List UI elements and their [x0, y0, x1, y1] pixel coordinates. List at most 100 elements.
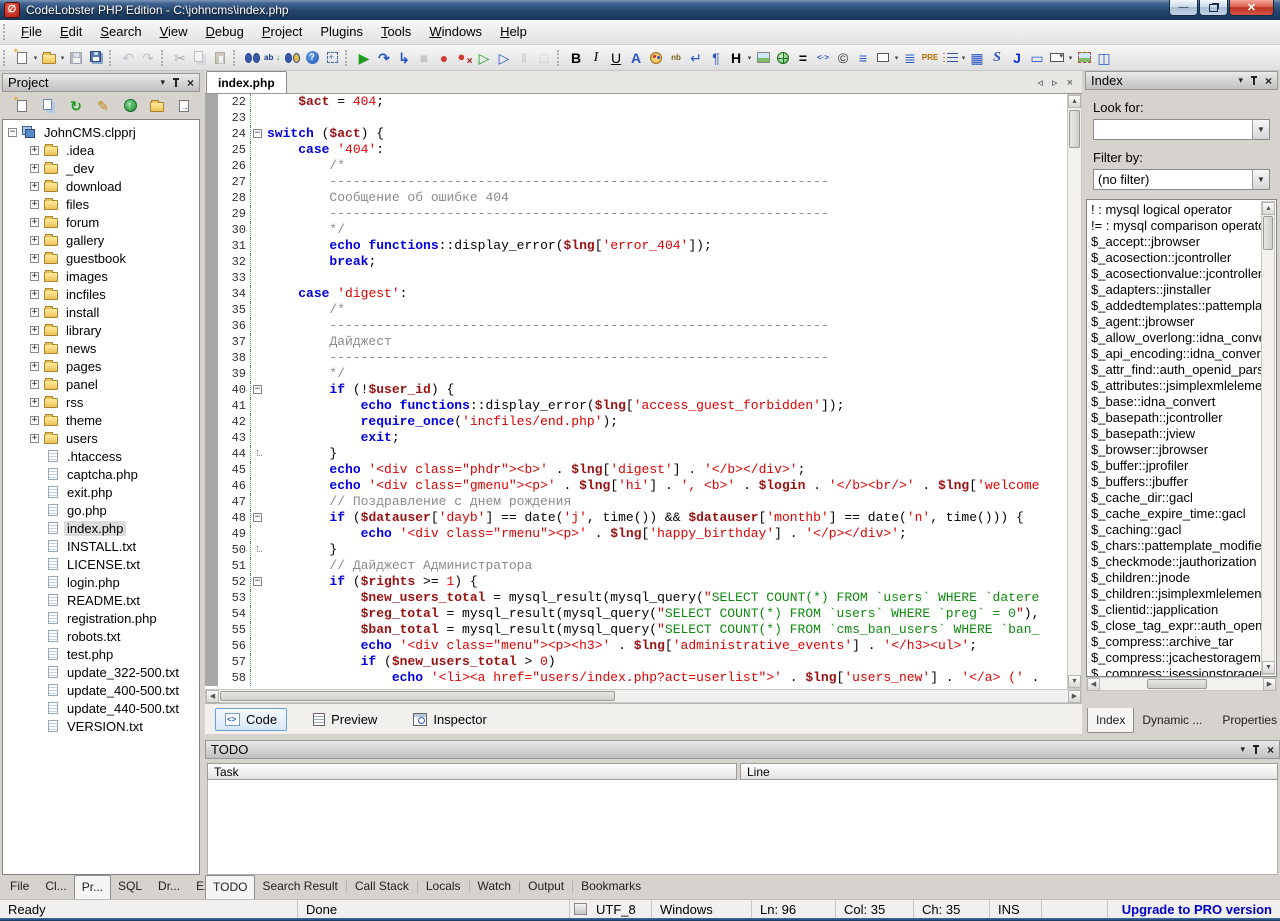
breakpoint-margin[interactable]: [205, 430, 218, 446]
stop-debug-button[interactable]: ■: [414, 47, 434, 69]
image-map-button[interactable]: [1074, 47, 1094, 69]
menu-item-windows[interactable]: Windows: [420, 20, 491, 44]
code-line[interactable]: 26 /*: [205, 158, 1067, 174]
code-line[interactable]: 36 -------------------------------------…: [205, 318, 1067, 334]
expand-icon[interactable]: +: [30, 344, 39, 353]
index-list-item[interactable]: $_compress::jcachestorageme: [1087, 650, 1261, 666]
minimize-button[interactable]: —: [1169, 0, 1198, 16]
editor-hscrollbar[interactable]: ◀ ▶: [205, 689, 1082, 703]
breakpoint-margin[interactable]: [205, 398, 218, 414]
breakpoint-margin[interactable]: [205, 318, 218, 334]
tab-inspector[interactable]: Inspector: [403, 708, 496, 731]
index-list-item[interactable]: $_addedtemplates::pattemplate: [1087, 298, 1261, 314]
breakpoint-margin[interactable]: [205, 94, 218, 110]
breakpoint-margin[interactable]: [205, 190, 218, 206]
tree-item[interactable]: +pages: [3, 357, 199, 375]
code-line[interactable]: 58 echo '<li><a href="users/index.php?ac…: [205, 670, 1067, 686]
tree-item[interactable]: +.idea: [3, 141, 199, 159]
code-line[interactable]: 52− if ($rights >= 1) {: [205, 574, 1067, 590]
tree-item[interactable]: +theme: [3, 411, 199, 429]
find-button[interactable]: [242, 47, 262, 69]
code-line[interactable]: 38 -------------------------------------…: [205, 350, 1067, 366]
chevron-down-icon[interactable]: ▾: [960, 54, 967, 62]
breakpoint-margin[interactable]: [205, 174, 218, 190]
index-list-item[interactable]: $_base::idna_convert: [1087, 394, 1261, 410]
expand-icon[interactable]: +: [30, 326, 39, 335]
export-button[interactable]: [172, 94, 196, 118]
code-line[interactable]: 55 $ban_total = mysql_result(mysql_query…: [205, 622, 1067, 638]
panel-tab-file[interactable]: File: [3, 875, 36, 899]
form-button[interactable]: S: [987, 47, 1007, 69]
code-line[interactable]: 39 */: [205, 366, 1067, 382]
fold-collapse-icon[interactable]: −: [253, 577, 262, 586]
restore-button[interactable]: [1199, 0, 1228, 16]
breakpoint-margin[interactable]: [205, 670, 218, 686]
menu-item-debug[interactable]: Debug: [197, 20, 253, 44]
breakpoint-margin[interactable]: [205, 110, 218, 126]
code-line[interactable]: 45 echo '<div class="phdr"><b>' . $lng['…: [205, 462, 1067, 478]
script-button[interactable]: J: [1007, 47, 1027, 69]
tab-dynamic[interactable]: Dynamic ...: [1134, 708, 1210, 733]
index-list[interactable]: ▲ ▼ ! : mysql logical operator!= : mysql…: [1086, 199, 1277, 677]
editor-vscrollbar[interactable]: ▲ ▼: [1067, 94, 1082, 689]
index-hscrollbar[interactable]: ◀ ▶: [1086, 677, 1277, 691]
tree-item[interactable]: index.php: [3, 519, 199, 537]
tree-item[interactable]: registration.php: [3, 609, 199, 627]
tree-item[interactable]: +install: [3, 303, 199, 321]
index-list-item[interactable]: $_basepath::jcontroller: [1087, 410, 1261, 426]
menu-item-file[interactable]: File: [12, 20, 51, 44]
breakpoint-margin[interactable]: [205, 126, 218, 142]
breakpoint-margin[interactable]: [205, 494, 218, 510]
breakpoint-margin[interactable]: [205, 446, 218, 462]
run-script-button[interactable]: ▷: [474, 47, 494, 69]
open-file-button[interactable]: [39, 47, 59, 69]
index-list-item[interactable]: $_acosection::jcontroller: [1087, 250, 1261, 266]
menu-item-view[interactable]: View: [151, 20, 197, 44]
tree-item[interactable]: +users: [3, 429, 199, 447]
tree-item[interactable]: VERSION.txt: [3, 717, 199, 735]
line-break-button[interactable]: ↵: [686, 47, 706, 69]
add-file-button[interactable]: [10, 94, 34, 118]
breakpoint-margin[interactable]: [205, 286, 218, 302]
close-icon[interactable]: ×: [1267, 745, 1274, 755]
panel-menu-icon[interactable]: ▾: [160, 77, 165, 88]
index-list-item[interactable]: != : mysql comparison operator: [1087, 218, 1261, 234]
expand-icon[interactable]: +: [30, 254, 39, 263]
tree-item[interactable]: +forum: [3, 213, 199, 231]
close-icon[interactable]: ×: [1265, 76, 1272, 86]
properties-button[interactable]: ✎: [91, 94, 115, 118]
status-encoding-button[interactable]: [570, 900, 594, 918]
code-line[interactable]: 23: [205, 110, 1067, 126]
index-list-item[interactable]: $_browser::jbrowser: [1087, 442, 1261, 458]
column-header-line[interactable]: Line: [740, 763, 1278, 780]
italic-button[interactable]: I: [586, 47, 606, 69]
breakpoint-margin[interactable]: [205, 606, 218, 622]
breakpoint-margin[interactable]: [205, 414, 218, 430]
expand-icon[interactable]: +: [30, 362, 39, 371]
code-line[interactable]: 40− if (!$user_id) {: [205, 382, 1067, 398]
expand-icon[interactable]: +: [30, 236, 39, 245]
breakpoint-margin[interactable]: [205, 526, 218, 542]
breakpoint-margin[interactable]: [205, 478, 218, 494]
code-line[interactable]: 44 }: [205, 446, 1067, 462]
tree-item[interactable]: +panel: [3, 375, 199, 393]
tree-item[interactable]: +download: [3, 177, 199, 195]
breakpoint-margin[interactable]: [205, 542, 218, 558]
redo-button[interactable]: ↷: [138, 47, 158, 69]
breakpoint-margin[interactable]: [205, 222, 218, 238]
tab-index[interactable]: Index: [1087, 708, 1134, 733]
code-line[interactable]: 35 /*: [205, 302, 1067, 318]
breakpoint-margin[interactable]: [205, 366, 218, 382]
insert-image-button[interactable]: [753, 47, 773, 69]
code-line[interactable]: 42 require_once('incfiles/end.php');: [205, 414, 1067, 430]
bold-button[interactable]: B: [566, 47, 586, 69]
code-line[interactable]: 46 echo '<div class="gmenu"><p>' . $lng[…: [205, 478, 1067, 494]
panel-tab-search-result[interactable]: Search Result: [255, 875, 344, 899]
tab-index-php[interactable]: index.php: [206, 71, 287, 93]
breakpoint-margin[interactable]: [205, 510, 218, 526]
expand-icon[interactable]: +: [30, 398, 39, 407]
tree-item[interactable]: −JohnCMS.clpprj: [3, 123, 199, 141]
paste-button[interactable]: [210, 47, 230, 69]
menu-item-help[interactable]: Help: [491, 20, 536, 44]
code-line[interactable]: 43 exit;: [205, 430, 1067, 446]
